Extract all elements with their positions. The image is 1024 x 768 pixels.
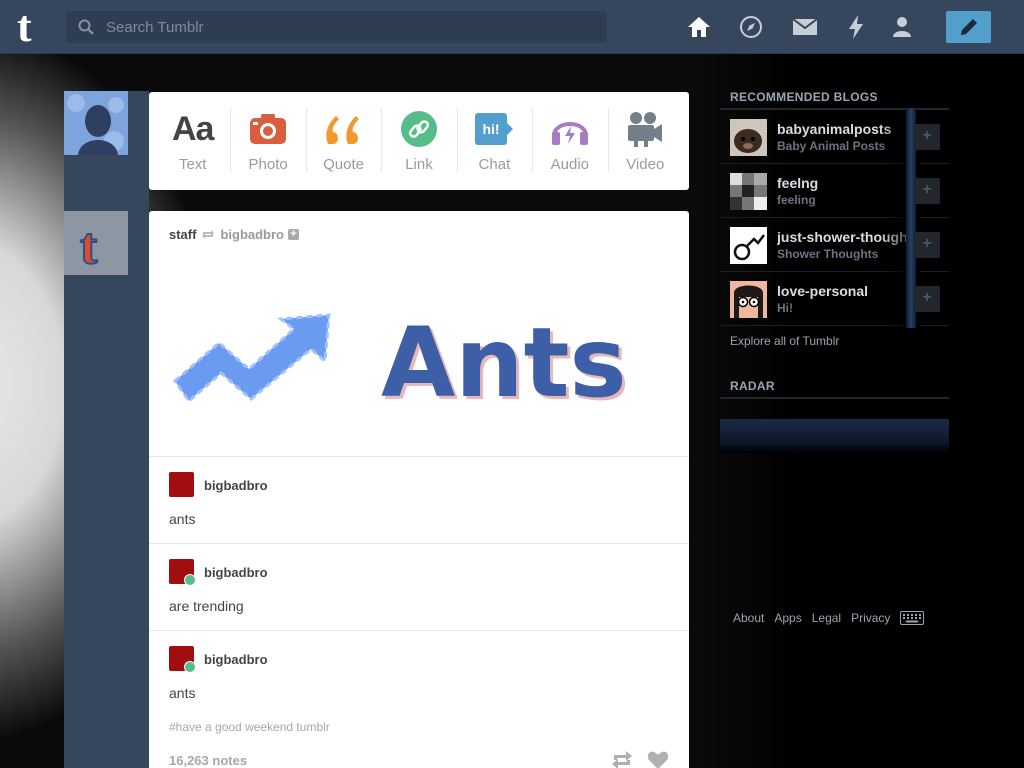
radar-heading: RADAR — [730, 379, 775, 393]
camera-icon — [248, 110, 288, 148]
explore-all-link[interactable]: Explore all of Tumblr — [730, 334, 839, 348]
post-type-audio[interactable]: Audio — [532, 92, 607, 190]
reblog-entry: bigbadbro ants — [149, 630, 689, 701]
reblog-entry: bigbadbro ants — [149, 456, 689, 544]
video-camera-icon — [625, 110, 665, 148]
reblog-entry: bigbadbro are trending — [149, 543, 689, 631]
reblogger-name[interactable]: bigbadbro — [204, 565, 268, 580]
post-type-chat[interactable]: hi! Chat — [456, 92, 532, 190]
reblog-text: ants — [169, 511, 196, 527]
reblog-text: are trending — [169, 598, 244, 614]
keyboard-icon[interactable] — [900, 611, 925, 625]
footer-legal-link[interactable]: Legal — [812, 611, 841, 625]
link-icon — [399, 110, 439, 148]
blog-avatar[interactable] — [730, 119, 767, 156]
reblog-badge-icon — [184, 574, 196, 586]
blog-avatar[interactable] — [730, 227, 767, 264]
post-header: staff bigbadbro + — [169, 227, 299, 242]
explore-icon[interactable] — [738, 14, 764, 40]
quote-icon — [324, 110, 364, 148]
svg-text:hi!: hi! — [483, 121, 500, 137]
user-avatar[interactable] — [64, 91, 128, 155]
compose-button[interactable] — [946, 11, 991, 43]
like-heart-icon[interactable] — [647, 750, 669, 768]
follow-button[interactable]: + — [914, 124, 940, 150]
recommended-blog-item[interactable]: babyanimalposts Baby Animal Posts + — [720, 108, 949, 166]
reblog-badge-icon — [184, 661, 196, 673]
dashboard-rail — [64, 91, 149, 768]
activity-icon[interactable] — [843, 14, 869, 40]
section-divider — [720, 397, 949, 399]
footer-privacy-link[interactable]: Privacy — [851, 611, 890, 625]
post-image-text: Ants — [381, 307, 627, 411]
chat-icon: hi! — [474, 110, 514, 148]
footer-apps-link[interactable]: Apps — [774, 611, 801, 625]
reblog-small-icon — [202, 230, 215, 239]
inbox-icon[interactable] — [792, 14, 818, 40]
follow-source-icon[interactable]: + — [288, 229, 299, 240]
blog-avatar[interactable] — [730, 281, 767, 318]
reblogger-avatar[interactable] — [169, 646, 196, 673]
search-input[interactable] — [106, 11, 596, 43]
post-type-photo[interactable]: Photo — [230, 92, 305, 190]
recommended-blog-item[interactable]: love-personal Hi! + — [720, 270, 949, 328]
post-type-video[interactable]: Video — [607, 92, 683, 190]
post-author-link[interactable]: staff — [169, 227, 196, 242]
search-icon — [78, 19, 94, 35]
post-type-selector: Aa Text Photo Quote Link hi! Chat Audio — [149, 92, 689, 190]
reblog-icon[interactable] — [611, 750, 633, 768]
home-icon[interactable] — [686, 14, 712, 40]
footer-about-link[interactable]: About — [733, 611, 764, 625]
reblogger-name[interactable]: bigbadbro — [204, 478, 268, 493]
post-type-text[interactable]: Aa Text — [155, 92, 230, 190]
follow-button[interactable]: + — [914, 178, 940, 204]
follow-button[interactable]: + — [914, 232, 940, 258]
recommended-blogs-heading: RECOMMENDED BLOGS — [730, 90, 878, 104]
follow-button[interactable]: + — [914, 286, 940, 312]
blog-avatar[interactable] — [730, 173, 767, 210]
reblogger-avatar[interactable] — [169, 472, 194, 497]
sidebar-footer: About Apps Legal Privacy — [733, 611, 925, 625]
reblogger-avatar[interactable] — [169, 559, 196, 586]
post-source-link[interactable]: bigbadbro — [220, 227, 284, 242]
post-type-link[interactable]: Link — [381, 92, 456, 190]
tumblr-logo[interactable]: t — [17, 5, 49, 49]
pencil-icon — [960, 19, 977, 35]
dashboard-post: staff bigbadbro + Ants Ants bigbadbro an… — [149, 211, 689, 768]
post-tags[interactable]: #have a good weekend tumblr — [169, 720, 330, 734]
headphones-icon — [550, 110, 590, 148]
trending-arrow-icon — [172, 313, 331, 404]
reblogger-name[interactable]: bigbadbro — [204, 652, 268, 667]
search-box[interactable] — [66, 11, 607, 43]
account-icon[interactable] — [889, 14, 915, 40]
post-notes-count[interactable]: 16,263 notes — [169, 753, 247, 768]
recommended-blog-item[interactable]: just-shower-thoughts Shower Thoughts + — [720, 216, 949, 274]
post-image-trending-ants: Ants Ants — [172, 307, 630, 411]
reblog-text: ants — [169, 685, 196, 701]
text-icon: Aa — [171, 109, 214, 148]
top-navigation-bar: t — [0, 0, 1024, 54]
recommended-blog-item[interactable]: feelng feeling + — [720, 162, 949, 220]
post-type-quote[interactable]: Quote — [305, 92, 381, 190]
svg-text:t: t — [80, 218, 98, 275]
radar-post-preview[interactable] — [720, 419, 949, 453]
staff-avatar[interactable]: t — [64, 211, 128, 276]
